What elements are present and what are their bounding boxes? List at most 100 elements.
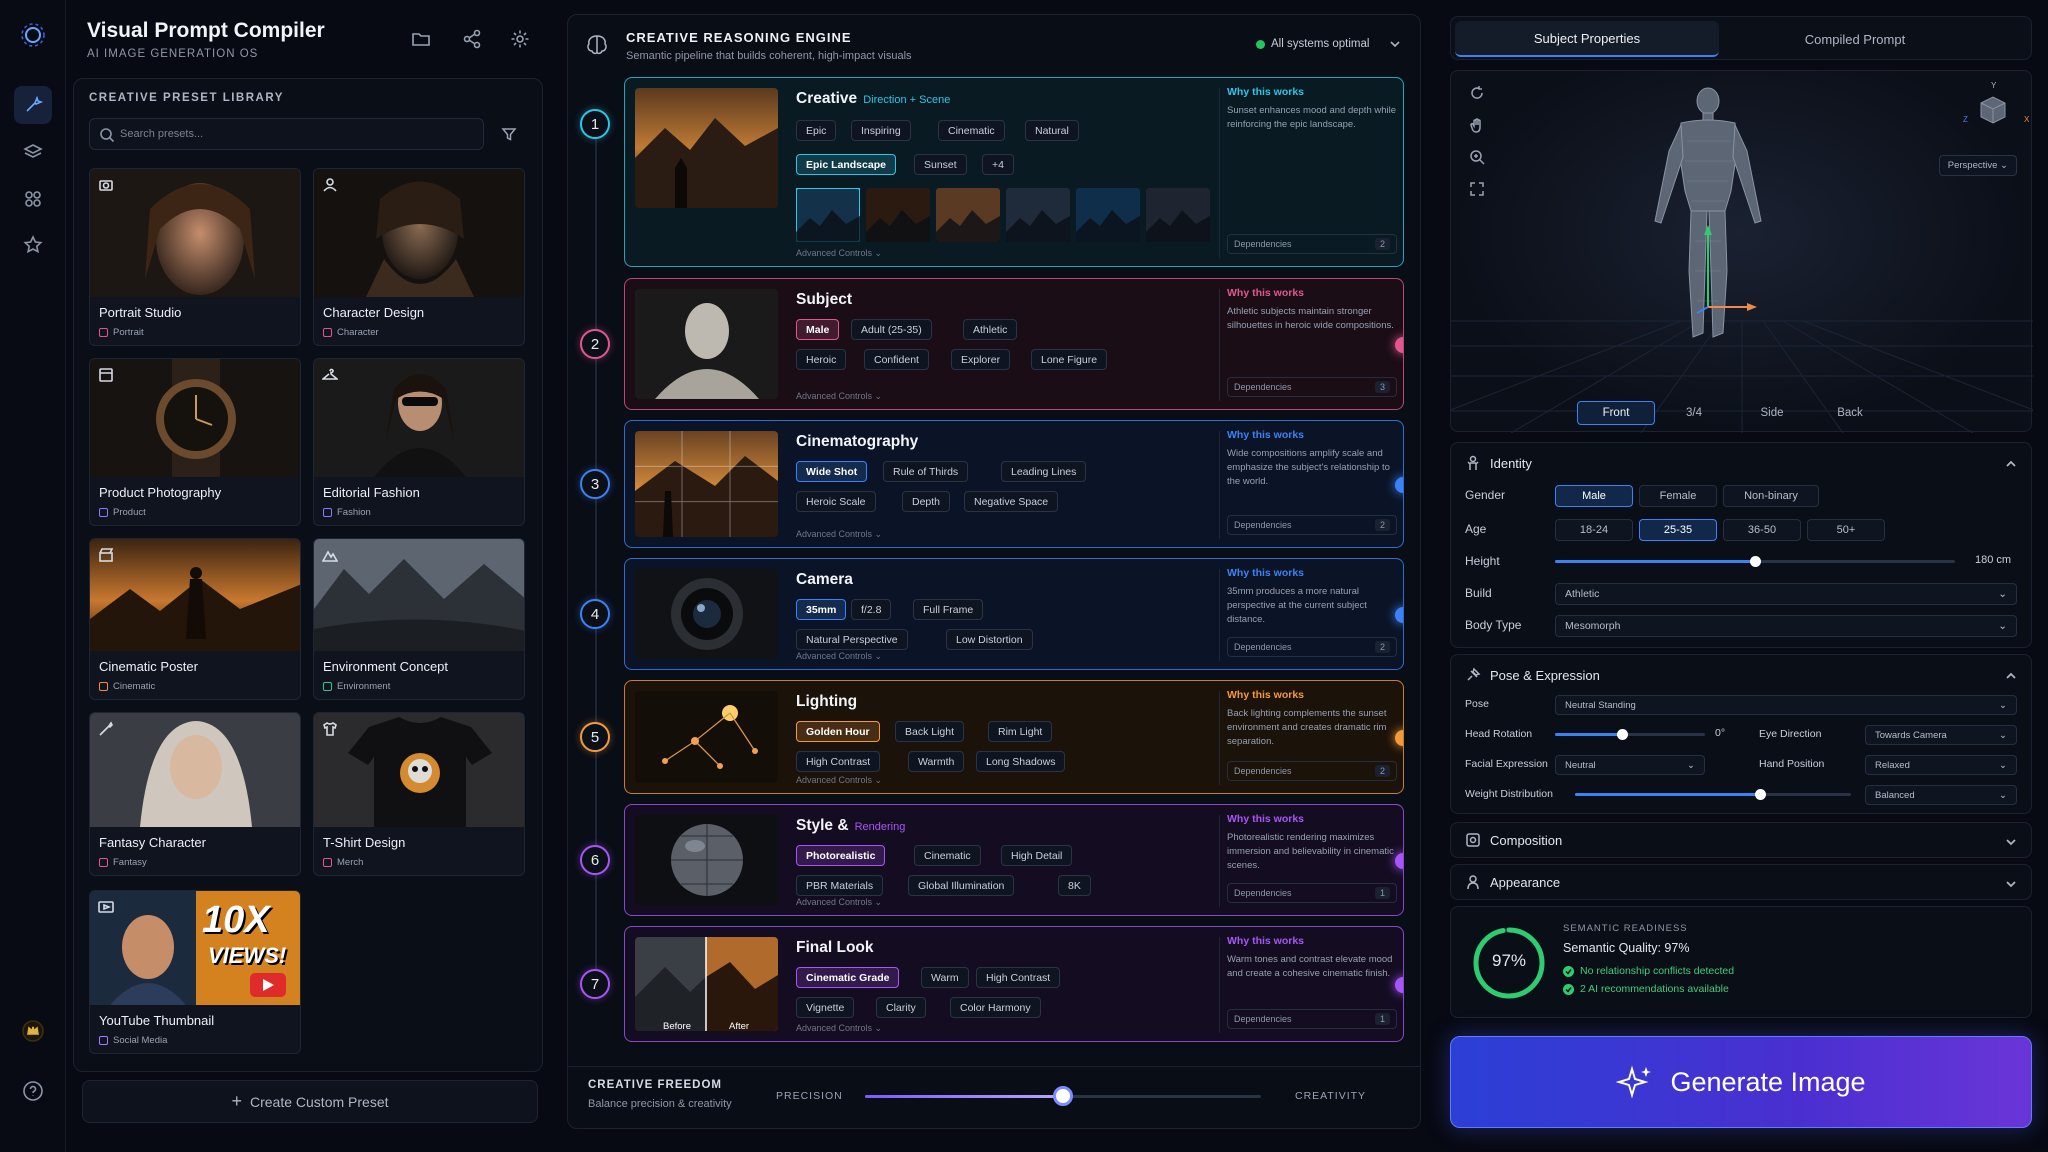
chip[interactable]: Warm bbox=[921, 967, 969, 988]
search-input[interactable]: Search presets... bbox=[89, 118, 484, 150]
gender-nonbinary[interactable]: Non-binary bbox=[1723, 485, 1819, 507]
advanced-controls-toggle[interactable]: Advanced Controls ⌄ bbox=[796, 529, 882, 540]
reference-thumb[interactable] bbox=[1076, 188, 1140, 242]
modules-icon[interactable] bbox=[14, 180, 52, 218]
age-25-35[interactable]: 25-35 bbox=[1639, 519, 1717, 541]
step-connector-knob[interactable] bbox=[1395, 477, 1403, 493]
pipeline-step-1[interactable]: Creative Direction + Scene Epic Inspiring Ci… bbox=[624, 77, 1404, 267]
chip[interactable]: Wide Shot bbox=[796, 461, 868, 482]
chip[interactable]: Inspiring bbox=[851, 120, 911, 141]
pipeline-step-7[interactable]: Final Look Cinematic Grade Warm High Contra… bbox=[624, 926, 1404, 1042]
step-connector-knob[interactable] bbox=[1395, 337, 1403, 353]
chip[interactable]: f/2.8 bbox=[851, 599, 892, 620]
system-status[interactable]: All systems optimal bbox=[1256, 38, 1401, 50]
chip[interactable]: Cinematic bbox=[938, 120, 1005, 141]
chip[interactable]: Rule of Thirds bbox=[883, 461, 969, 482]
dependencies-badge[interactable]: Dependencies 2 bbox=[1227, 761, 1397, 781]
layers-icon[interactable] bbox=[14, 133, 52, 171]
dependencies-badge[interactable]: Dependencies 2 bbox=[1227, 234, 1397, 254]
preset-card-portrait-studio[interactable]: Portrait Studio Portrait bbox=[89, 168, 301, 346]
reference-thumb[interactable] bbox=[866, 188, 930, 242]
preset-card-fantasy-character[interactable]: Fantasy Character Fantasy bbox=[89, 712, 301, 876]
pipeline-step-3[interactable]: Cinematography Wide Shot Rule of Thirds Lea… bbox=[624, 420, 1404, 548]
chip[interactable]: Color Harmony bbox=[950, 997, 1041, 1018]
height-slider-thumb[interactable] bbox=[1750, 556, 1761, 567]
pipeline-step-5[interactable]: Lighting Golden Hour Back Light Rim Light Hi… bbox=[624, 680, 1404, 794]
pose-dropdown[interactable]: Neutral Standing ⌄ bbox=[1555, 695, 2017, 715]
chip[interactable]: Natural bbox=[1025, 120, 1079, 141]
chip[interactable]: High Contrast bbox=[976, 967, 1061, 988]
app-logo-icon[interactable] bbox=[14, 16, 52, 54]
chip[interactable]: Cinematic Grade bbox=[796, 967, 900, 988]
pipeline-step-4[interactable]: Camera 35mm f/2.8 Full Frame Natural Perspec… bbox=[624, 558, 1404, 670]
preset-card-cinematic-poster[interactable]: Cinematic Poster Cinematic bbox=[89, 538, 301, 700]
step-connector-knob[interactable] bbox=[1395, 730, 1403, 746]
age-18-24[interactable]: 18-24 bbox=[1555, 519, 1633, 541]
pose-header[interactable]: Pose & Expression bbox=[1465, 667, 1600, 683]
help-icon[interactable] bbox=[14, 1072, 52, 1110]
chip[interactable]: +4 bbox=[982, 154, 1014, 175]
advanced-controls-toggle[interactable]: Advanced Controls ⌄ bbox=[796, 248, 882, 259]
folder-icon[interactable] bbox=[408, 26, 434, 52]
perspective-dropdown[interactable]: Perspective ⌄ bbox=[1938, 155, 2017, 176]
settings-gear-icon[interactable] bbox=[507, 26, 533, 52]
generate-image-button[interactable]: Generate Image bbox=[1450, 1036, 2032, 1128]
fullscreen-icon[interactable] bbox=[1465, 177, 1489, 201]
weight-slider-thumb[interactable] bbox=[1755, 789, 1766, 800]
reference-thumb[interactable] bbox=[936, 188, 1000, 242]
chevron-up-icon[interactable] bbox=[2005, 669, 2017, 681]
advanced-controls-toggle[interactable]: Advanced Controls ⌄ bbox=[796, 391, 882, 402]
chip[interactable]: Cinematic bbox=[914, 845, 981, 866]
chip[interactable]: Epic Landscape bbox=[796, 154, 896, 175]
chip[interactable]: Long Shadows bbox=[976, 751, 1066, 772]
rotate-icon[interactable] bbox=[1465, 81, 1489, 105]
chip[interactable]: 8K bbox=[1058, 875, 1091, 896]
reference-thumb[interactable] bbox=[796, 188, 860, 242]
chip[interactable]: Athletic bbox=[963, 319, 1018, 340]
chip[interactable]: High Detail bbox=[1001, 845, 1073, 866]
view-back-button[interactable]: Back bbox=[1811, 401, 1889, 425]
facial-expression-dropdown[interactable]: Neutral ⌄ bbox=[1555, 755, 1705, 775]
view-side-button[interactable]: Side bbox=[1733, 401, 1811, 425]
chip[interactable]: Warmth bbox=[908, 751, 965, 772]
chip[interactable]: Low Distortion bbox=[946, 629, 1033, 650]
step-connector-knob[interactable] bbox=[1395, 607, 1403, 623]
gender-female[interactable]: Female bbox=[1639, 485, 1717, 507]
chip[interactable]: Heroic Scale bbox=[796, 491, 876, 512]
chevron-up-icon[interactable] bbox=[2005, 457, 2017, 469]
build-dropdown[interactable]: Athletic ⌄ bbox=[1555, 583, 2017, 605]
chevron-down-icon[interactable] bbox=[2005, 877, 2017, 889]
weight-distribution-dropdown[interactable]: Balanced ⌄ bbox=[1865, 785, 2017, 805]
pan-hand-icon[interactable] bbox=[1465, 113, 1489, 137]
advanced-controls-toggle[interactable]: Advanced Controls ⌄ bbox=[796, 1023, 882, 1034]
eye-direction-dropdown[interactable]: Towards Camera ⌄ bbox=[1865, 725, 2017, 745]
chip[interactable]: Vignette bbox=[796, 997, 855, 1018]
appearance-section[interactable]: Appearance bbox=[1450, 864, 2032, 900]
freedom-slider-thumb[interactable] bbox=[1053, 1086, 1073, 1106]
zoom-icon[interactable] bbox=[1465, 145, 1489, 169]
reference-thumb[interactable] bbox=[1006, 188, 1070, 242]
chip[interactable]: Male bbox=[796, 319, 840, 340]
chip[interactable]: Depth bbox=[902, 491, 951, 512]
preset-card-environment-concept[interactable]: Environment Concept Environment bbox=[313, 538, 525, 700]
preset-card-youtube-thumbnail[interactable]: 10X VIEWS! YouTube Thumbnail Social Medi… bbox=[89, 890, 301, 1054]
dependencies-badge[interactable]: Dependencies 2 bbox=[1227, 515, 1397, 535]
chip[interactable]: Leading Lines bbox=[1001, 461, 1087, 482]
model-viewport[interactable]: Y X Z Perspective ⌄ Front 3/4 Side Back bbox=[1450, 70, 2033, 433]
chip[interactable]: Full Frame bbox=[913, 599, 984, 620]
chip[interactable]: Confident bbox=[864, 349, 929, 370]
chip[interactable]: Explorer bbox=[951, 349, 1011, 370]
tab-compiled-prompt[interactable]: Compiled Prompt bbox=[1723, 21, 1987, 57]
preset-card-product-photography[interactable]: Product Photography Product bbox=[89, 358, 301, 526]
chip[interactable]: Golden Hour bbox=[796, 721, 880, 742]
chip[interactable]: Lone Figure bbox=[1031, 349, 1108, 370]
chip[interactable]: Adult (25-35) bbox=[851, 319, 932, 340]
chip[interactable]: Epic bbox=[796, 120, 837, 141]
crown-icon[interactable] bbox=[14, 1012, 52, 1050]
view-three-quarter-button[interactable]: 3/4 bbox=[1655, 401, 1733, 425]
dependencies-badge[interactable]: Dependencies 3 bbox=[1227, 377, 1397, 397]
chip[interactable]: Heroic bbox=[796, 349, 847, 370]
body-type-dropdown[interactable]: Mesomorph ⌄ bbox=[1555, 615, 2017, 637]
chip[interactable]: PBR Materials bbox=[796, 875, 884, 896]
view-front-button[interactable]: Front bbox=[1577, 401, 1655, 425]
